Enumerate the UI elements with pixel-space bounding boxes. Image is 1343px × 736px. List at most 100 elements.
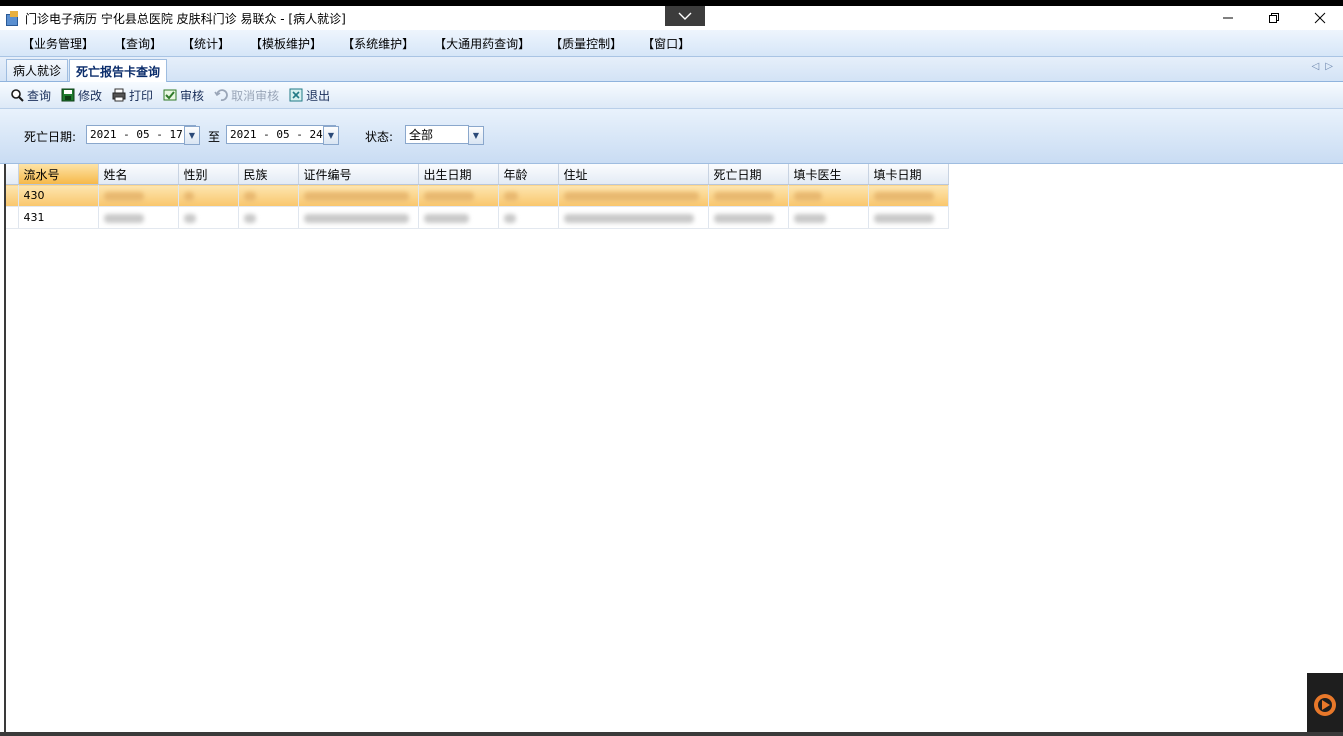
chevron-down-icon: ▼ xyxy=(472,131,480,140)
menu-quality[interactable]: 【质量控制】 xyxy=(548,35,624,52)
cell-card-date-redacted xyxy=(868,184,949,207)
close-icon xyxy=(1314,12,1326,24)
modify-label: 修改 xyxy=(78,88,103,103)
column-header-serial[interactable]: 流水号 xyxy=(18,164,99,185)
cell-serial: 431 xyxy=(18,206,99,229)
cell-id-redacted xyxy=(298,184,419,207)
death-report-grid: 流水号 姓名 性别 民族 证件编号 出生日期 年龄 住址 死亡日期 填卡医生 填… xyxy=(6,164,1343,732)
status-dropdown[interactable]: ▼ xyxy=(468,126,484,145)
print-label: 打印 xyxy=(129,88,154,103)
query-label: 查询 xyxy=(27,88,52,103)
window-titlebar: 门诊电子病历 宁化县总医院 皮肤科门诊 易联众 - [病人就诊] xyxy=(0,6,1343,30)
query-button[interactable]: 查询 xyxy=(10,87,51,104)
cell-address-redacted xyxy=(558,206,709,229)
tab-death-report-query[interactable]: 死亡报告卡查询 xyxy=(69,59,168,82)
chevron-down-icon: ▼ xyxy=(327,131,335,140)
chevron-down-icon: ▼ xyxy=(188,131,196,140)
menu-drug-query[interactable]: 【大通用药查询】 xyxy=(432,35,532,52)
column-header-id-number[interactable]: 证件编号 xyxy=(298,164,419,185)
row-selector-header[interactable] xyxy=(6,164,19,185)
gear-play-icon xyxy=(1314,693,1336,716)
cell-name-redacted xyxy=(98,184,179,207)
restore-icon xyxy=(1269,13,1279,23)
menu-template[interactable]: 【模板维护】 xyxy=(248,35,324,52)
audit-button[interactable]: 审核 xyxy=(163,87,204,104)
checkmark-icon xyxy=(163,88,177,102)
column-header-death-date[interactable]: 死亡日期 xyxy=(708,164,789,185)
cell-doctor-redacted xyxy=(788,184,869,207)
restore-button[interactable] xyxy=(1251,6,1297,30)
cell-name-redacted xyxy=(98,206,179,229)
window-title: 门诊电子病历 宁化县总医院 皮肤科门诊 易联众 - [病人就诊] xyxy=(25,11,346,26)
close-button[interactable] xyxy=(1297,6,1343,30)
modify-button[interactable]: 修改 xyxy=(61,87,102,104)
status-select[interactable]: 全部 xyxy=(405,125,469,144)
column-header-birth-date[interactable]: 出生日期 xyxy=(418,164,499,185)
toolbar: 查询 修改 打印 审核 取消审核 退出 xyxy=(0,82,1343,109)
minimize-button[interactable] xyxy=(1205,6,1251,30)
menu-system[interactable]: 【系统维护】 xyxy=(340,35,416,52)
cancel-audit-button[interactable]: 取消审核 xyxy=(214,87,279,104)
floating-assistant-widget[interactable] xyxy=(1307,673,1343,736)
cell-serial: 430 xyxy=(18,184,99,207)
cell-gender-redacted xyxy=(178,206,239,229)
menu-query[interactable]: 【查询】 xyxy=(112,35,164,52)
filter-panel: 死亡日期: 2021 - 05 - 17 ▼ 至 2021 - 05 - 24 … xyxy=(0,109,1343,164)
cell-death-date-redacted xyxy=(708,206,789,229)
status-label: 状态: xyxy=(365,130,394,144)
to-date-dropdown[interactable]: ▼ xyxy=(323,126,339,145)
column-header-gender[interactable]: 性别 xyxy=(178,164,239,185)
minimize-icon xyxy=(1223,17,1233,19)
to-date-input[interactable]: 2021 - 05 - 24 xyxy=(226,125,336,144)
cell-age-redacted xyxy=(498,184,559,207)
window-controls xyxy=(1205,6,1343,30)
from-date-input[interactable]: 2021 - 05 - 17 xyxy=(86,125,196,144)
column-header-ethnicity[interactable]: 民族 xyxy=(238,164,299,185)
cell-address-redacted xyxy=(558,184,709,207)
table-row[interactable]: 431 xyxy=(6,206,949,229)
cell-death-date-redacted xyxy=(708,184,789,207)
window-bottom-edge xyxy=(0,732,1343,736)
cancel-audit-label: 取消审核 xyxy=(231,88,280,103)
column-header-card-date[interactable]: 填卡日期 xyxy=(868,164,949,185)
tab-patient-visit[interactable]: 病人就诊 xyxy=(6,59,69,81)
menu-bar: 【业务管理】 【查询】 【统计】 【模板维护】 【系统维护】 【大通用药查询】 … xyxy=(0,30,1343,57)
from-date-dropdown[interactable]: ▼ xyxy=(184,126,200,145)
menu-statistics[interactable]: 【统计】 xyxy=(180,35,232,52)
cell-birth-date-redacted xyxy=(418,184,499,207)
cell-id-redacted xyxy=(298,206,419,229)
exit-label: 退出 xyxy=(306,88,331,103)
column-header-address[interactable]: 住址 xyxy=(558,164,709,185)
cell-age-redacted xyxy=(498,206,559,229)
magnifier-icon xyxy=(10,88,24,102)
cell-doctor-redacted xyxy=(788,206,869,229)
cell-gender-redacted xyxy=(178,184,239,207)
document-tabs: 病人就诊 死亡报告卡查询 ◁▷ xyxy=(0,57,1343,82)
results-table: 流水号 姓名 性别 民族 证件编号 出生日期 年龄 住址 死亡日期 填卡医生 填… xyxy=(6,164,949,229)
chevron-down-icon xyxy=(678,12,692,20)
cell-ethnicity-redacted xyxy=(238,184,299,207)
row-selector[interactable] xyxy=(6,206,19,229)
print-button[interactable]: 打印 xyxy=(112,87,153,104)
cell-birth-date-redacted xyxy=(418,206,499,229)
exit-icon xyxy=(289,88,303,102)
row-selector[interactable] xyxy=(6,184,19,207)
audit-label: 审核 xyxy=(180,88,205,103)
column-header-doctor[interactable]: 填卡医生 xyxy=(788,164,869,185)
tab-scroll-arrows[interactable]: ◁▷ xyxy=(1312,61,1339,72)
table-row[interactable]: 430 xyxy=(6,184,949,207)
column-header-age[interactable]: 年龄 xyxy=(498,164,559,185)
menu-business[interactable]: 【业务管理】 xyxy=(20,35,96,52)
death-date-label: 死亡日期: xyxy=(24,130,77,144)
table-header-row: 流水号 姓名 性别 民族 证件编号 出生日期 年龄 住址 死亡日期 填卡医生 填… xyxy=(6,164,949,185)
column-header-name[interactable]: 姓名 xyxy=(98,164,179,185)
save-disk-icon xyxy=(61,88,75,102)
cell-ethnicity-redacted xyxy=(238,206,299,229)
printer-icon xyxy=(112,88,126,102)
exit-button[interactable]: 退出 xyxy=(289,87,330,104)
title-dropdown-button[interactable] xyxy=(665,6,705,26)
undo-icon xyxy=(214,88,228,102)
menu-window[interactable]: 【窗口】 xyxy=(640,35,692,52)
app-icon xyxy=(6,11,20,26)
cell-card-date-redacted xyxy=(868,206,949,229)
